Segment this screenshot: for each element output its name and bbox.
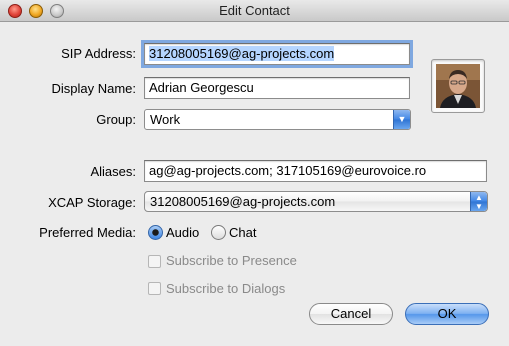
subscribe-presence-label: Subscribe to Presence: [166, 253, 297, 268]
close-window-button[interactable]: [8, 4, 22, 18]
audio-radio-label[interactable]: Audio: [166, 225, 199, 240]
sip-address-field[interactable]: 31208005169@ag-projects.com: [141, 40, 413, 68]
display-name-label: Display Name:: [51, 81, 136, 96]
group-label: Group:: [96, 112, 136, 127]
preferred-media-label: Preferred Media:: [39, 225, 136, 240]
sip-address-value: 31208005169@ag-projects.com: [149, 46, 335, 61]
xcap-storage-value: 31208005169@ag-projects.com: [150, 194, 336, 209]
aliases-field[interactable]: ag@ag-projects.com; 317105169@eurovoice.…: [144, 160, 487, 182]
aliases-label: Aliases:: [90, 164, 136, 179]
chat-radio[interactable]: [211, 225, 226, 240]
group-value: Work: [150, 112, 181, 127]
audio-radio[interactable]: [148, 225, 163, 240]
sip-address-label: SIP Address:: [61, 46, 136, 61]
display-name-value: Adrian Georgescu: [149, 80, 254, 95]
zoom-window-button[interactable]: [50, 4, 64, 18]
contact-photo-well[interactable]: [431, 59, 485, 113]
subscribe-presence-checkbox[interactable]: [148, 255, 161, 268]
xcap-storage-label: XCAP Storage:: [48, 195, 136, 210]
contact-photo: [436, 64, 480, 108]
aliases-value: ag@ag-projects.com; 317105169@eurovoice.…: [149, 163, 427, 178]
group-popup[interactable]: Work ▼: [144, 109, 411, 130]
minimize-window-button[interactable]: [29, 4, 43, 18]
display-name-field[interactable]: Adrian Georgescu: [144, 77, 410, 99]
xcap-storage-popup[interactable]: 31208005169@ag-projects.com ▲ ▼: [144, 191, 488, 212]
chat-radio-label[interactable]: Chat: [229, 225, 256, 240]
subscribe-dialogs-label: Subscribe to Dialogs: [166, 281, 286, 296]
window-title: Edit Contact: [219, 3, 290, 18]
chevron-down-icon: ▼: [393, 110, 410, 129]
title-bar: Edit Contact: [0, 0, 509, 22]
ok-button[interactable]: OK: [405, 303, 489, 325]
up-down-chevron-icon: ▲ ▼: [470, 192, 487, 211]
cancel-button[interactable]: Cancel: [309, 303, 393, 325]
subscribe-dialogs-checkbox[interactable]: [148, 282, 161, 295]
